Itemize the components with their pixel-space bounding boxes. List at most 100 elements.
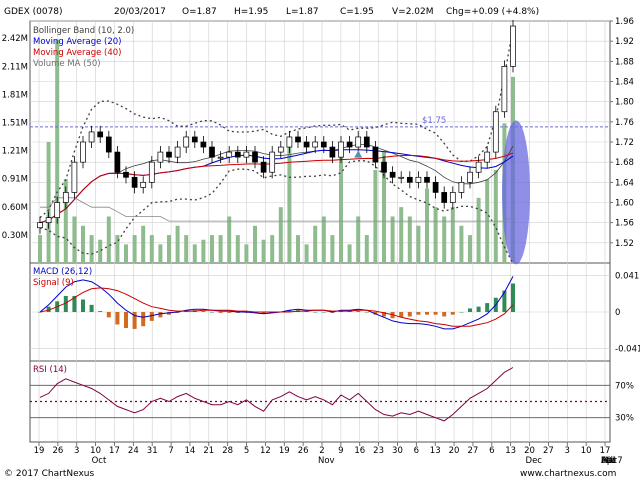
candle-up — [140, 181, 147, 188]
macd-histogram-bar — [227, 312, 232, 313]
volume-bar — [184, 235, 189, 263]
price-tick-label: 1.80 — [615, 98, 634, 108]
volume-bar — [270, 235, 275, 263]
macd-histogram-bar — [141, 312, 146, 327]
x-tick-label: 26 — [298, 446, 309, 456]
x-tick-label: 31 — [147, 446, 158, 456]
x-month-label: Dec — [526, 456, 543, 466]
macd-histogram-bar — [433, 312, 438, 315]
macd-tick-label: 0 — [615, 308, 620, 318]
candle-down — [329, 146, 336, 158]
macd-histogram-bar — [476, 306, 481, 312]
price-tick-label: 1.76 — [615, 118, 634, 128]
legend-bollinger: Bollinger Band (10, 2.0) — [33, 26, 134, 36]
candle-down — [372, 146, 379, 163]
volume-bar — [313, 225, 318, 263]
macd-histogram-bar — [511, 283, 515, 312]
candle-down — [295, 136, 301, 143]
candle-down — [252, 151, 258, 163]
candle-up — [484, 151, 491, 163]
volume-bar — [390, 216, 395, 263]
volume-bar — [244, 244, 249, 263]
volume-bar — [158, 244, 163, 263]
volume-bar — [416, 225, 421, 263]
candle-up — [449, 192, 456, 203]
macd-histogram-bar — [89, 304, 94, 312]
x-tick-label: 28 — [222, 446, 233, 456]
volume-tick-label: 1.21M — [2, 146, 28, 156]
header-close: C=1.95 — [340, 7, 374, 17]
candle-down — [441, 192, 448, 203]
volume-bar — [227, 216, 232, 263]
volume-bar — [321, 216, 326, 263]
volume-bar — [450, 207, 455, 263]
x-tick-label: 13 — [430, 446, 441, 456]
candle-down — [303, 141, 310, 148]
macd-histogram-bar — [356, 311, 361, 312]
volume-bar — [399, 207, 404, 263]
volume-bar — [468, 235, 472, 263]
header-volume: V=2.02M — [392, 7, 434, 17]
x-tick-label: 24 — [128, 446, 139, 456]
volume-bar — [192, 244, 197, 263]
macd-histogram-bar — [425, 312, 429, 315]
x-tick-label: 27 — [468, 446, 479, 456]
header-high: H=1.95 — [234, 7, 268, 17]
footer-copyright: © 2017 ChartNexus — [4, 469, 95, 479]
price-tick-label: 1.88 — [615, 57, 634, 67]
volume-bar — [425, 188, 429, 263]
macd-histogram-bar — [218, 312, 223, 313]
x-tick-label: 7 — [168, 446, 173, 456]
volume-bar — [278, 207, 283, 263]
legend-volume-ma: Volume MA (50) — [33, 59, 101, 69]
candle-up — [312, 141, 319, 148]
x-tick-label: 23 — [373, 446, 384, 456]
x-axis: 19 26 3 10 17 24 31 7 14 21 28 5 12 19 26 2 9 16 23 30 6 13 20… — [34, 442, 623, 466]
x-tick-label: 20 — [449, 446, 460, 456]
price-tick-label: 1.52 — [615, 239, 634, 249]
macd-tick-label: -0.041 — [615, 345, 640, 355]
legend-rsi: RSI (14) — [33, 365, 67, 375]
candle-down — [389, 171, 396, 178]
macd-histogram-bar — [416, 312, 421, 315]
macd-histogram-bar — [149, 312, 154, 321]
macd-tick-label: 0.041 — [615, 271, 639, 281]
candle-down — [114, 151, 121, 173]
volume-bar — [89, 235, 94, 263]
candle-up — [88, 131, 95, 143]
volume-bar — [46, 142, 51, 263]
candle-up — [398, 176, 405, 179]
price-tick-label: 1.56 — [615, 219, 634, 229]
volume-bar — [106, 216, 111, 263]
candle-down — [131, 176, 138, 188]
macd-histogram-bar — [321, 312, 326, 313]
macd-histogram-bar — [81, 299, 85, 312]
x-tick-label: 2 — [319, 446, 324, 456]
candle-down — [260, 161, 267, 173]
x-tick-label: 30 — [392, 446, 403, 456]
volume-bar — [235, 235, 240, 263]
volume-bar — [72, 216, 77, 263]
x-tick-label: 21 — [203, 446, 214, 456]
header-symbol: GDEX (0078) — [4, 7, 63, 17]
price-tick-label: 1.84 — [615, 78, 634, 88]
volume-tick-label: 0.30M — [2, 231, 28, 241]
volume-bar — [132, 235, 137, 263]
candle-down — [406, 176, 413, 183]
volume-tick-label: 1.81M — [2, 91, 28, 101]
candle-up — [467, 171, 473, 183]
candle-up — [148, 161, 155, 183]
volume-axis: 2.42M 2.11M 1.81M 1.51M 1.21M 0.91M 0.60M 0.30M — [2, 34, 28, 241]
header-change: Chg=+0.09 (+4.8%) — [446, 7, 539, 17]
macd-histogram-bar — [210, 312, 214, 313]
x-tick-label: 27 — [543, 446, 554, 456]
volume-bar — [167, 235, 171, 263]
candle-down — [97, 131, 104, 138]
volume-tick-label: 0.60M — [2, 203, 28, 213]
candle-down — [363, 136, 370, 148]
volume-tick-label: 0.91M — [2, 174, 28, 184]
candle-up — [62, 192, 69, 203]
volume-bar — [81, 225, 85, 263]
candle-up — [475, 161, 482, 173]
legend-macd: MACD (26,12) — [33, 267, 92, 277]
